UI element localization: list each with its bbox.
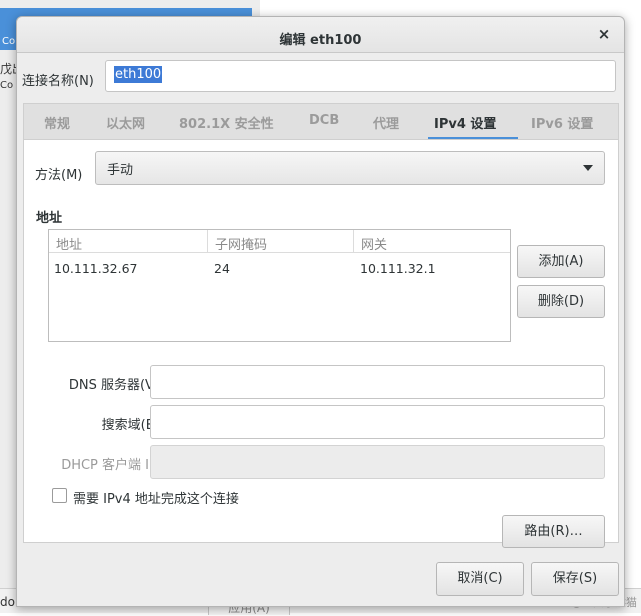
tab-ipv4-settings[interactable]: IPv4 设置 xyxy=(434,113,496,132)
cell-gateway[interactable]: 10.111.32.1 xyxy=(360,261,436,276)
address-section-title: 地址 xyxy=(36,211,63,226)
method-value: 手动 xyxy=(107,163,134,178)
connection-name-label: 连接名称(N) xyxy=(22,74,94,89)
dialog-title: 编辑 eth100 xyxy=(279,33,362,48)
tab-ipv6-settings[interactable]: IPv6 设置 xyxy=(531,113,593,132)
dhcp-client-id-label: DHCP 客户端 ID xyxy=(61,458,159,473)
background-header-text: Co xyxy=(2,36,16,47)
tab-ethernet[interactable]: 以太网 xyxy=(106,113,145,132)
cell-address[interactable]: 10.111.32.67 xyxy=(54,261,138,276)
tab-8021x-security[interactable]: 802.1X 安全性 xyxy=(179,113,274,132)
dns-servers-label: DNS 服务器(V) xyxy=(68,378,159,393)
method-dropdown[interactable]: 手动 xyxy=(95,151,605,185)
tab-proxy[interactable]: 代理 xyxy=(373,113,399,132)
tab-bar: 常规 以太网 802.1X 安全性 DCB 代理 IPv4 设置 IPv6 设置 xyxy=(23,103,619,140)
column-header-address[interactable]: 地址 xyxy=(49,230,207,253)
routes-button[interactable]: 路由(R)… xyxy=(502,515,605,548)
close-icon[interactable]: × xyxy=(596,26,612,42)
tab-general[interactable]: 常规 xyxy=(44,113,70,132)
save-button[interactable]: 保存(S) xyxy=(531,562,619,596)
edit-connection-dialog: 编辑 eth100 × 连接名称(N) eth100 常规 以太网 802.1X… xyxy=(16,16,625,607)
address-table[interactable]: 地址 子网掩码 网关 10.111.32.67 24 10.111.32.1 xyxy=(48,229,511,342)
connection-name-value: eth100 xyxy=(114,66,163,83)
tab-dcb[interactable]: DCB xyxy=(309,113,339,128)
add-address-button[interactable]: 添加(A) xyxy=(517,245,605,278)
connection-name-input[interactable]: eth100 xyxy=(105,60,616,92)
ipv4-settings-panel: 方法(M) 手动 地址 地址 子网掩码 网关 10.111.32.67 24 1… xyxy=(23,139,619,548)
dns-servers-input[interactable] xyxy=(150,365,605,399)
cell-netmask[interactable]: 24 xyxy=(214,261,230,276)
dhcp-client-id-input xyxy=(150,445,605,479)
column-header-netmask[interactable]: 子网掩码 xyxy=(207,230,353,253)
method-label: 方法(M) xyxy=(35,168,83,183)
column-header-gateway[interactable]: 网关 xyxy=(353,230,510,253)
require-ipv4-checkbox[interactable] xyxy=(52,488,67,503)
dialog-titlebar[interactable]: 编辑 eth100 × xyxy=(17,17,624,53)
search-domains-input[interactable] xyxy=(150,405,605,439)
delete-address-button[interactable]: 删除(D) xyxy=(517,285,605,318)
dropdown-arrow-icon xyxy=(583,165,593,171)
require-ipv4-label[interactable]: 需要 IPv4 地址完成这个连接 xyxy=(73,488,239,507)
cancel-button[interactable]: 取消(C) xyxy=(436,562,524,596)
background-side-text-2: Co xyxy=(0,80,14,91)
